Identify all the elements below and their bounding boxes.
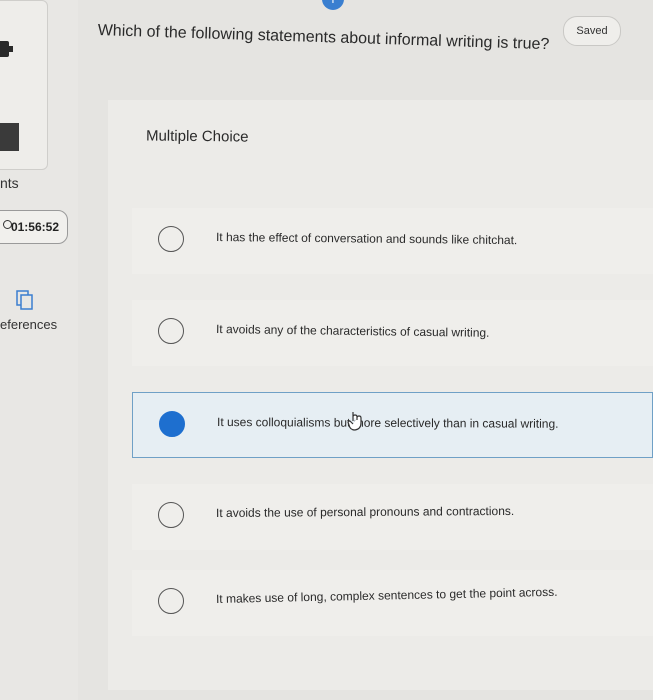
radio-button-selected[interactable]: [159, 411, 185, 437]
sidebar: nts 01:56:52 eferences: [0, 0, 78, 700]
answer-option-4[interactable]: It avoids the use of personal pronouns a…: [132, 484, 653, 550]
references-label[interactable]: eferences: [0, 317, 57, 332]
sidebar-block: [0, 123, 19, 151]
references-icon[interactable]: [16, 290, 34, 310]
saved-badge: Saved: [563, 16, 621, 46]
question-area: i Saved Which of the following statement…: [78, 0, 653, 700]
option-label: It avoids any of the characteristics of …: [215, 322, 490, 340]
radio-button[interactable]: [158, 318, 184, 344]
answer-option-1[interactable]: It has the effect of conversation and so…: [132, 208, 653, 274]
clock-icon: [3, 220, 12, 229]
sidebar-card: [0, 0, 48, 170]
timer[interactable]: 01:56:52: [0, 210, 68, 244]
radio-button[interactable]: [158, 588, 184, 614]
answer-option-2[interactable]: It avoids any of the characteristics of …: [132, 300, 653, 366]
option-label: It has the effect of conversation and so…: [215, 230, 518, 248]
timer-value: 01:56:52: [10, 220, 59, 234]
radio-button[interactable]: [158, 226, 184, 252]
battery-icon: [0, 41, 13, 57]
radio-button[interactable]: [158, 502, 184, 528]
hand-cursor-icon: [347, 412, 362, 431]
question-text: Which of the following statements about …: [97, 22, 550, 54]
option-label: It uses colloquialisms but more selectiv…: [216, 415, 559, 431]
info-icon[interactable]: i: [322, 0, 344, 10]
option-label: It makes use of long, complex sentences …: [215, 584, 558, 606]
points-label: nts: [0, 175, 19, 191]
option-label: It avoids the use of personal pronouns a…: [215, 503, 515, 520]
answer-option-3[interactable]: It uses colloquialisms but more selectiv…: [132, 392, 653, 458]
answer-option-5[interactable]: It makes use of long, complex sentences …: [132, 570, 653, 636]
question-type-label: Multiple Choice: [145, 127, 249, 146]
